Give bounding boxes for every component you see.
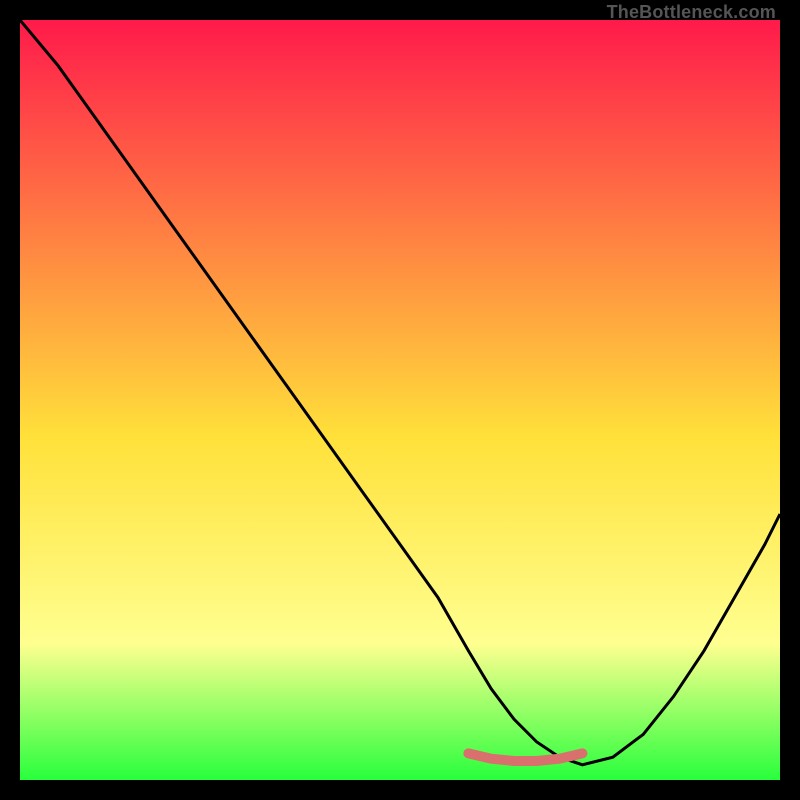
chart-frame: TheBottleneck.com — [20, 20, 780, 780]
gradient-background — [20, 20, 780, 780]
chart-canvas — [20, 20, 780, 780]
